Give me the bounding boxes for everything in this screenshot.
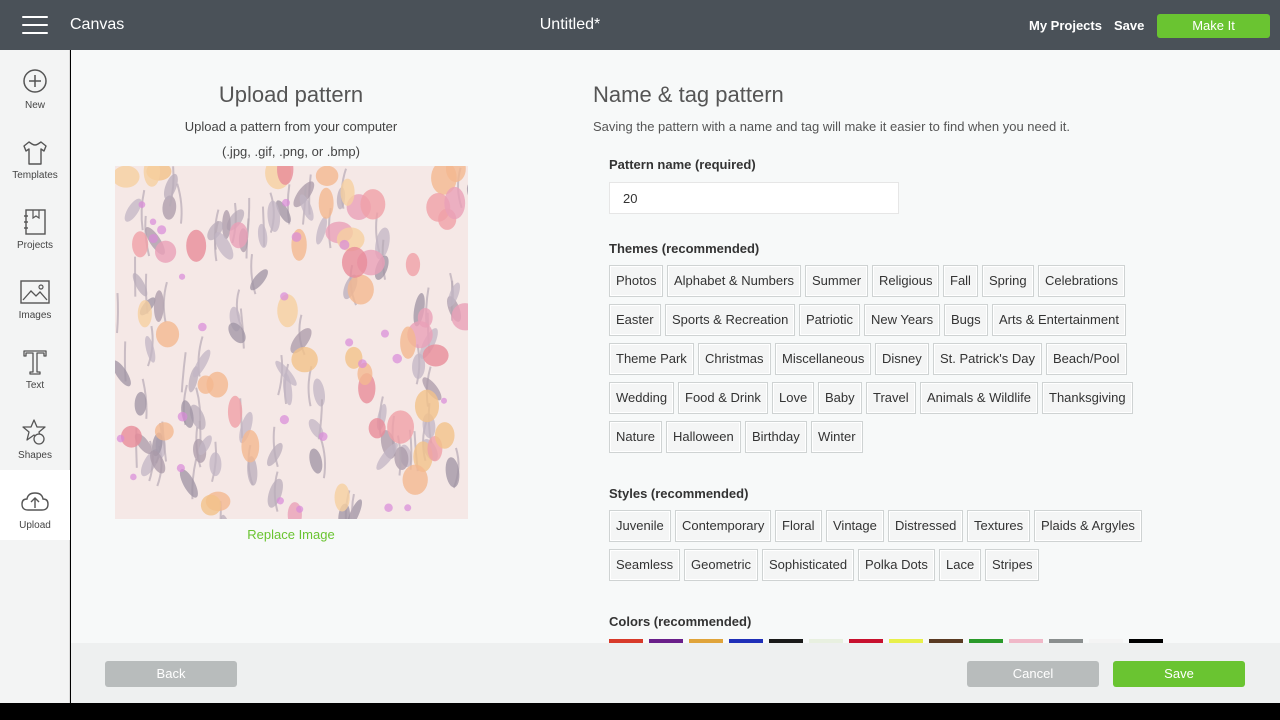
top-bar: Canvas Untitled* My Projects Save Make I… <box>0 0 1280 50</box>
floral-pattern-graphic <box>115 166 468 519</box>
shapes-icon <box>22 419 46 445</box>
theme-tag[interactable]: Winter <box>811 421 863 453</box>
theme-tag[interactable]: Easter <box>609 304 661 336</box>
theme-tag[interactable]: Spring <box>982 265 1034 297</box>
top-save-link[interactable]: Save <box>1114 18 1144 33</box>
style-tag[interactable]: Stripes <box>985 549 1040 581</box>
style-tag[interactable]: Textures <box>967 510 1031 542</box>
theme-tag[interactable]: Beach/Pool <box>1046 343 1127 375</box>
upload-pattern-title: Upload pattern <box>218 82 364 107</box>
theme-tag[interactable]: Nature <box>609 421 663 453</box>
theme-tag[interactable]: Sports & Recreation <box>665 304 796 336</box>
pattern-name-input[interactable] <box>609 182 899 214</box>
cancel-button[interactable]: Cancel <box>967 661 1099 687</box>
style-tag[interactable]: Polka Dots <box>858 549 935 581</box>
style-tag[interactable]: Seamless <box>609 549 681 581</box>
left-sidebar: New Templates Projects Images Text Shape… <box>0 50 70 703</box>
name-tag-subtitle: Saving the pattern with a name and tag w… <box>593 119 1070 134</box>
theme-tag[interactable]: Celebrations <box>1038 265 1125 297</box>
letterbox-bar <box>0 703 1280 720</box>
theme-tag[interactable]: Miscellaneous <box>775 343 872 375</box>
pattern-name-label: Pattern name (required) <box>609 157 756 172</box>
theme-tag[interactable]: Travel <box>866 382 916 414</box>
styles-label: Styles (recommended) <box>609 486 749 501</box>
name-tag-title: Name & tag pattern <box>593 82 784 107</box>
theme-tag[interactable]: Thanksgiving <box>1042 382 1133 414</box>
upload-formats: (.jpg, .gif, .png, or .bmp) <box>221 144 360 159</box>
sidebar-item-templates[interactable]: Templates <box>0 120 70 190</box>
style-tag[interactable]: Distressed <box>888 510 964 542</box>
theme-tag[interactable]: Religious <box>872 265 940 297</box>
theme-tag[interactable]: Summer <box>805 265 869 297</box>
make-it-button[interactable]: Make It <box>1157 14 1270 38</box>
back-button[interactable]: Back <box>105 661 237 687</box>
theme-tag[interactable]: Arts & Entertainment <box>992 304 1126 336</box>
style-tag[interactable]: Juvenile <box>609 510 671 542</box>
colors-label: Colors (recommended) <box>609 614 752 629</box>
tshirt-icon <box>23 141 47 165</box>
upload-subtitle: Upload a pattern from your computer <box>184 119 398 134</box>
style-tag[interactable]: Vintage <box>826 510 884 542</box>
theme-tag[interactable]: Birthday <box>745 421 807 453</box>
style-tag[interactable]: Floral <box>775 510 822 542</box>
sidebar-item-text[interactable]: Text <box>0 330 70 400</box>
themes-label: Themes (recommended) <box>609 241 760 256</box>
save-button[interactable]: Save <box>1113 661 1245 687</box>
my-projects-link[interactable]: My Projects <box>1029 18 1102 33</box>
plus-circle-icon <box>23 69 47 93</box>
theme-tag[interactable]: Animals & Wildlife <box>920 382 1039 414</box>
cloud-upload-icon <box>21 492 49 511</box>
sidebar-item-new[interactable]: New <box>0 50 70 120</box>
theme-tag[interactable]: Theme Park <box>609 343 694 375</box>
document-title: Untitled* <box>539 16 601 33</box>
style-tag[interactable]: Plaids & Argyles <box>1034 510 1142 542</box>
pattern-preview-image <box>115 166 468 519</box>
sidebar-item-label: Text <box>25 380 45 391</box>
theme-tag[interactable]: Halloween <box>666 421 741 453</box>
sidebar-item-images[interactable]: Images <box>0 260 70 330</box>
theme-tag[interactable]: St. Patrick's Day <box>933 343 1042 375</box>
theme-tag[interactable]: New Years <box>864 304 941 336</box>
theme-tag[interactable]: Food & Drink <box>678 382 768 414</box>
sidebar-item-label: New <box>24 100 45 111</box>
sidebar-item-shapes[interactable]: Shapes <box>0 400 70 470</box>
sidebar-item-upload[interactable]: Upload <box>0 470 70 540</box>
sidebar-item-label: Images <box>18 310 52 321</box>
text-icon <box>23 350 47 375</box>
style-tag[interactable]: Lace <box>939 549 982 581</box>
image-icon <box>20 280 50 304</box>
sidebar-item-label: Shapes <box>18 450 52 461</box>
sidebar-item-label: Projects <box>16 240 54 251</box>
sidebar-item-label: Templates <box>12 170 58 181</box>
theme-tag[interactable]: Bugs <box>944 304 988 336</box>
style-tag[interactable]: Contemporary <box>675 510 772 542</box>
theme-tag[interactable]: Wedding <box>609 382 675 414</box>
main-panel: Upload pattern Upload a pattern from you… <box>71 50 1280 643</box>
theme-tag[interactable]: Photos <box>609 265 664 297</box>
bottom-action-bar: Back Cancel Save <box>71 643 1280 703</box>
sidebar-item-label: Upload <box>19 520 51 531</box>
style-tag[interactable]: Geometric <box>684 549 758 581</box>
sidebar-item-projects[interactable]: Projects <box>0 190 70 260</box>
theme-tag[interactable]: Patriotic <box>799 304 860 336</box>
theme-tag[interactable]: Love <box>772 382 815 414</box>
theme-tag[interactable]: Baby <box>818 382 862 414</box>
theme-tag[interactable]: Christmas <box>698 343 771 375</box>
theme-tag[interactable]: Disney <box>875 343 929 375</box>
theme-tag[interactable]: Fall <box>943 265 978 297</box>
replace-image-link[interactable]: Replace Image <box>191 527 391 542</box>
style-tag[interactable]: Sophisticated <box>762 549 855 581</box>
notebook-icon <box>24 209 46 235</box>
theme-tag[interactable]: Alphabet & Numbers <box>667 265 801 297</box>
